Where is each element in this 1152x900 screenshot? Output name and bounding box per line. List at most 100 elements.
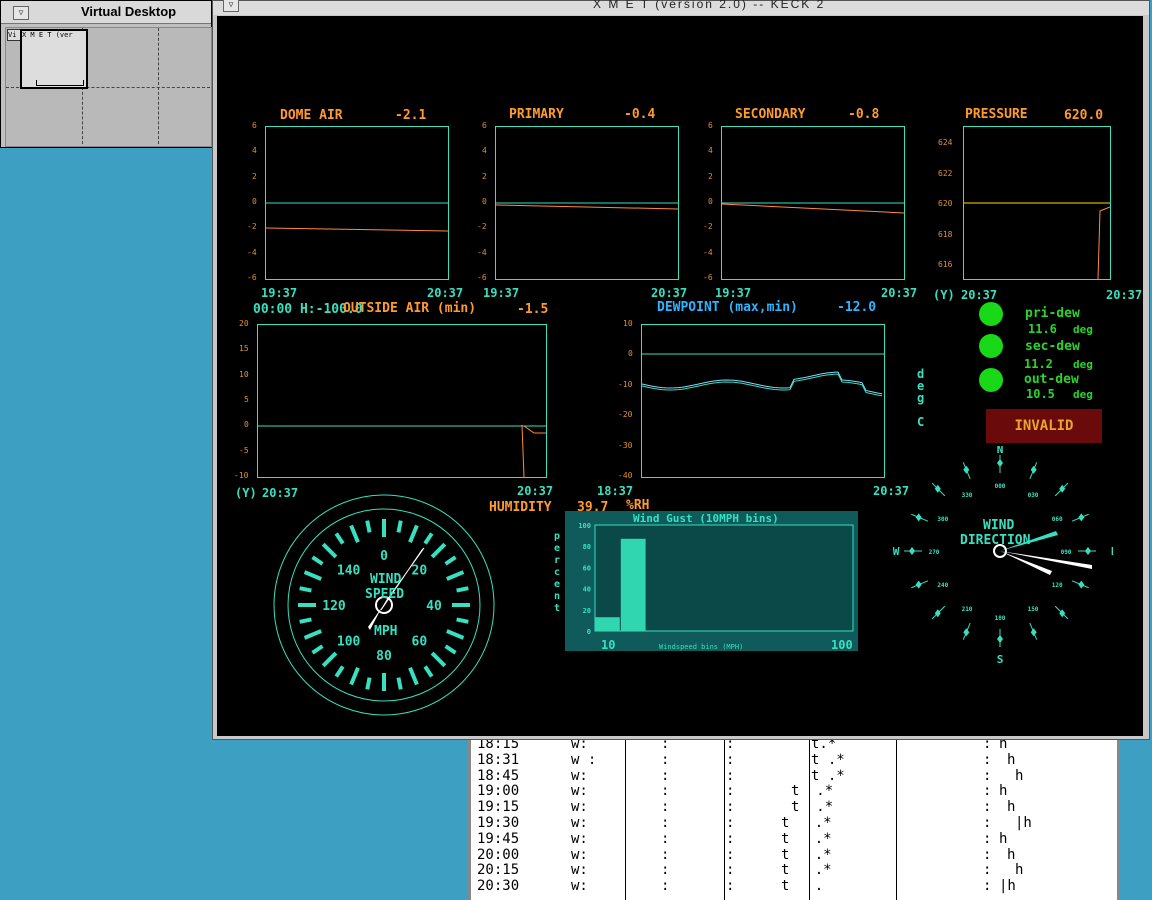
pager-title: Virtual Desktop bbox=[81, 4, 177, 19]
dome-air-y-tick: 0 bbox=[252, 197, 257, 206]
log-sep: : bbox=[726, 783, 735, 800]
log-wind: w : bbox=[571, 751, 597, 768]
gust-ylabel-char: r bbox=[554, 555, 561, 566]
sec-dew-label: sec-dew bbox=[1025, 339, 1080, 354]
pager-grid[interactable]: Vi X M E T (ver bbox=[5, 27, 212, 147]
pressure-y-tick: 622 bbox=[938, 168, 953, 178]
log-wind: w: bbox=[571, 830, 588, 847]
window-menu-icon[interactable]: ▽ bbox=[223, 0, 239, 12]
pager-titlebar[interactable]: ▽ Virtual Desktop bbox=[1, 1, 211, 24]
wind-speed-gauge: 0 20 40 60 80 100 120 140 bbox=[273, 494, 495, 716]
dome-air-y-tick: -4 bbox=[247, 247, 257, 257]
log-row: 20:00 w::: t .*: h bbox=[471, 846, 1117, 863]
wind-gust-plot: 100 80 60 40 20 0 bbox=[578, 522, 854, 636]
secondary-y-tick: -4 bbox=[703, 247, 713, 257]
wind-direction-compass: 000 030 060 090 120 150 180 210 240 270 300 330 N S E W bbox=[893, 446, 1113, 666]
log-time: 18:45 bbox=[477, 767, 520, 784]
compass-degree-label: 150 bbox=[1028, 606, 1039, 613]
gust-y-tick: 100 bbox=[578, 522, 591, 530]
gauge-tick bbox=[303, 629, 322, 640]
dewpoint-min-series bbox=[642, 373, 883, 397]
gauge-tick bbox=[444, 555, 457, 566]
primary-y-tick: -6 bbox=[477, 273, 487, 282]
gust-bar-1 bbox=[620, 538, 646, 631]
dewpoint-label: DEWPOINT (max,min) bbox=[657, 300, 798, 315]
plot-trace bbox=[964, 202, 1110, 279]
gauge-label-0: 0 bbox=[380, 549, 388, 564]
dewpoint-max-series bbox=[642, 371, 883, 395]
log-temp: t .* bbox=[811, 751, 845, 768]
outside-air-label: OUTSIDE AIR (min) bbox=[343, 301, 477, 316]
log-wind: w: bbox=[571, 878, 588, 895]
log-sep: : bbox=[726, 767, 735, 784]
gauge-tick bbox=[396, 677, 403, 690]
gauge-tick bbox=[299, 586, 312, 593]
wind-direction-label-line2: DIRECTION bbox=[960, 533, 1031, 548]
compass-tick bbox=[915, 513, 922, 522]
gust-ylabel-char: n bbox=[554, 591, 561, 602]
gust-ylabel-char: e bbox=[554, 543, 561, 554]
dewpoint-x-start: 18:37 bbox=[597, 484, 634, 498]
dome-air-x-end: 20:37 bbox=[427, 286, 464, 300]
log-humidity: |h bbox=[999, 878, 1016, 895]
xmet-window: ▽ X M E T (version 2.0) -- KECK 2 DOME A… bbox=[212, 0, 1150, 740]
compass-e-label: E bbox=[1111, 545, 1113, 558]
log-sep: : bbox=[983, 815, 992, 831]
log-sep: : bbox=[983, 751, 992, 768]
log-column-rule bbox=[896, 735, 897, 900]
plot-trace bbox=[722, 202, 904, 214]
gauge-label-40: 40 bbox=[426, 599, 442, 614]
log-sep: : bbox=[726, 751, 735, 768]
pri-dew-unit: deg bbox=[1073, 323, 1093, 336]
outside-air-x-end: 20:37 bbox=[517, 484, 554, 498]
sec-dew-value: 11.2 bbox=[1024, 357, 1053, 371]
gauge-tick bbox=[408, 667, 419, 686]
primary-y-tick: 2 bbox=[482, 171, 487, 181]
log-time: 20:30 bbox=[477, 878, 520, 895]
dewpoint-y-tick: -40 bbox=[618, 471, 633, 480]
gust-ylabel-char: p bbox=[554, 531, 561, 542]
log-temp: t . bbox=[781, 878, 824, 895]
compass-degree-label: 090 bbox=[1061, 549, 1072, 556]
gauge-tick bbox=[321, 542, 338, 559]
gust-bar-0 bbox=[595, 617, 620, 631]
pressure-x-prefix: (Y) bbox=[933, 288, 955, 302]
gauge-label-100: 100 bbox=[337, 634, 361, 649]
pager-mini-window-small[interactable]: Vi bbox=[7, 29, 21, 41]
log-wind: w: bbox=[571, 846, 588, 863]
window-menu-icon[interactable]: ▽ bbox=[13, 6, 29, 20]
dome-air-y-tick: 2 bbox=[252, 171, 257, 181]
log-sep: : bbox=[726, 830, 735, 847]
log-row: 20:30 w::: t .: |h bbox=[471, 878, 1117, 895]
log-sep: : bbox=[983, 767, 992, 784]
primary-y-tick: -4 bbox=[477, 247, 487, 257]
status-invalid-badge: INVALID bbox=[986, 409, 1102, 443]
wind-gust-chart: Wind Gust (10MPH bins) percent 100 80 60 40… bbox=[554, 511, 858, 652]
outside-air-y-tick: 15 bbox=[239, 344, 249, 354]
out-dew-label: out-dew bbox=[1024, 372, 1079, 387]
primary-x-end: 20:37 bbox=[651, 286, 688, 300]
gauge-tick bbox=[311, 555, 324, 566]
log-time: 20:15 bbox=[477, 862, 520, 879]
log-sep: : bbox=[661, 830, 670, 847]
log-humidity: h bbox=[1015, 767, 1024, 784]
log-sep: : bbox=[661, 751, 670, 768]
log-column-rule bbox=[809, 735, 810, 900]
compass-degree-label: 030 bbox=[1028, 492, 1039, 499]
gauge-tick bbox=[365, 520, 372, 533]
log-time: 19:00 bbox=[477, 783, 520, 800]
plot-trace bbox=[642, 353, 884, 397]
log-wind: w: bbox=[571, 815, 588, 831]
secondary-label: SECONDARY bbox=[735, 107, 806, 122]
xmet-titlebar[interactable]: ▽ X M E T (version 2.0) -- KECK 2 bbox=[213, 0, 1149, 15]
log-row: 20:15 w::: t .*: h bbox=[471, 862, 1117, 879]
log-column-rule bbox=[625, 735, 626, 900]
gauge-tick bbox=[396, 520, 403, 533]
compass-degree-label: 060 bbox=[1052, 516, 1063, 523]
secondary-x-start: 19:37 bbox=[715, 286, 752, 300]
compass-tick bbox=[915, 580, 922, 589]
secondary-y-tick: 4 bbox=[708, 146, 713, 156]
compass-tick bbox=[963, 465, 970, 474]
dome-air-y-tick: -6 bbox=[247, 273, 257, 282]
log-time: 20:00 bbox=[477, 846, 520, 863]
